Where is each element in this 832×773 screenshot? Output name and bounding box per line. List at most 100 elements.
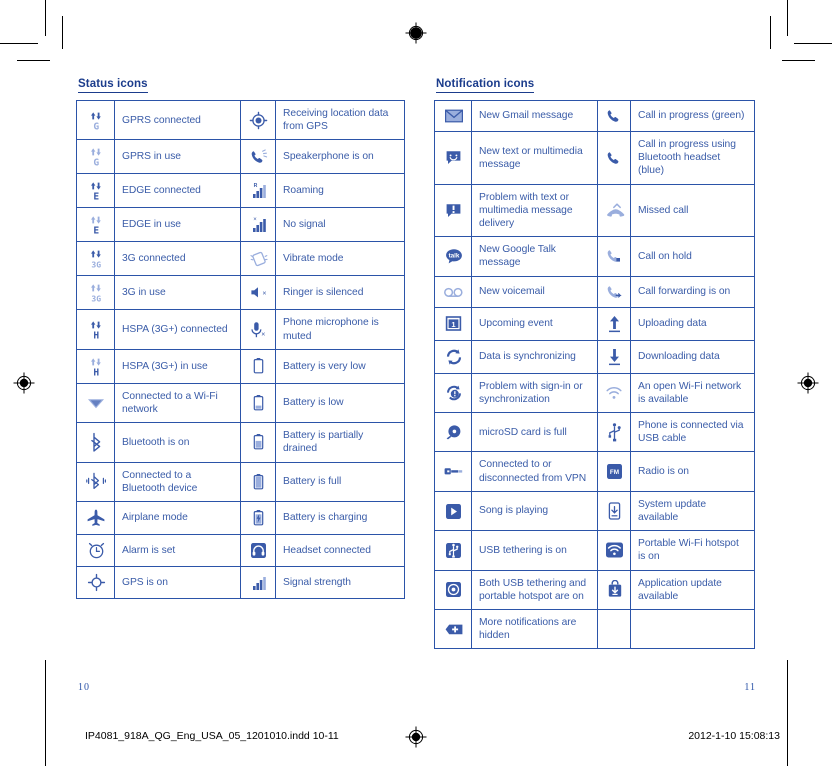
svg-text:3G: 3G <box>91 295 101 303</box>
gprs-connected-icon: G <box>88 110 105 131</box>
icon-description: Call on hold <box>630 236 755 277</box>
svg-text:FM: FM <box>610 469 619 476</box>
call-bluetooth-icon <box>605 149 625 167</box>
table-row: Data is synchronizing Downloading data <box>434 339 755 374</box>
missed-call-icon-cell <box>597 183 631 238</box>
wifi-hotspot-icon-cell <box>597 530 631 571</box>
table-row: microSD card is full Phone is connected … <box>434 412 755 453</box>
more-notifications-icon <box>444 621 464 638</box>
icon-description: Connected to or disconnected from VPN <box>471 451 598 492</box>
icon-description: Vibrate mode <box>275 241 405 277</box>
more-notifications-icon-cell <box>434 609 472 650</box>
battery-very-low-icon <box>250 356 267 376</box>
upload-icon-cell <box>597 306 631 341</box>
svg-text:3G: 3G <box>91 261 101 269</box>
play-icon-cell <box>434 490 472 532</box>
table-row: G GPRS connected Receiving location data… <box>76 99 405 141</box>
voicemail-icon-cell <box>434 275 472 308</box>
status-icons-section: Status icons G GPRS connected Receiving … <box>76 74 405 600</box>
bluetooth-on-icon-cell <box>76 422 115 463</box>
icon-description: Airplane mode <box>114 501 241 536</box>
table-row: G GPRS in use Speakerphone is on <box>76 139 405 175</box>
icon-description: EDGE in use <box>114 207 241 243</box>
download-icon-cell <box>597 339 631 374</box>
icon-description: Call forwarding is on <box>630 275 755 308</box>
missed-call-icon <box>605 202 626 219</box>
play-icon <box>444 502 463 521</box>
hspa-connected-icon-cell: H <box>76 309 115 350</box>
battery-very-low-icon-cell <box>240 348 276 384</box>
svg-text:×: × <box>262 291 266 298</box>
icon-description: New text or multimedia message <box>471 131 598 185</box>
icon-description: New Google Talk message <box>471 236 598 277</box>
imprint-filename: IP4081_918A_QG_Eng_USA_05_1201010.indd 1… <box>85 730 339 742</box>
icon-description: Portable Wi-Fi hotspot is on <box>630 530 755 571</box>
icon-description: EDGE connected <box>114 173 241 209</box>
icon-description: Problem with text or multimedia message … <box>471 183 598 238</box>
airplane-mode-icon <box>86 508 106 528</box>
icon-description: HSPA (3G+) in use <box>114 348 241 384</box>
3g-in-use-icon: 3G <box>88 282 105 303</box>
gps-on-icon <box>87 573 106 592</box>
gprs-in-use-icon: G <box>88 146 105 167</box>
voicemail-icon <box>443 285 464 299</box>
app-update-icon <box>606 580 624 599</box>
table-row: New voicemail Call forwarding is on <box>434 275 755 308</box>
table-row: GPS is on Signal strength <box>76 566 405 600</box>
3g-connected-icon: 3G <box>88 248 105 269</box>
icon-description: microSD card is full <box>471 412 598 453</box>
icon-description: Application update available <box>630 569 755 611</box>
icon-description: Bluetooth is on <box>114 422 241 463</box>
table-row: Bluetooth is on Battery is partially dra… <box>76 422 405 463</box>
svg-text:H: H <box>93 331 99 340</box>
message-problem-icon-cell <box>434 183 472 238</box>
table-row: Problem with sign-in or synchronization … <box>434 372 755 414</box>
sdcard-full-icon-cell <box>434 412 472 453</box>
open-wifi-icon <box>605 384 624 402</box>
wifi-hotspot-icon <box>605 541 624 559</box>
notification-icons-title: Notification icons <box>436 78 535 93</box>
edge-connected-icon: E <box>88 180 105 201</box>
battery-low-icon-cell <box>240 382 276 424</box>
sync-icon <box>444 348 464 366</box>
table-row: More notifications are hidden <box>434 609 755 650</box>
microphone-muted-icon-cell: × <box>240 309 276 350</box>
battery-full-icon <box>250 472 267 492</box>
signal-strength-icon <box>250 573 268 592</box>
page-number-left: 10 <box>78 682 90 693</box>
table-row: Both USB tethering and portable hotspot … <box>434 569 755 611</box>
call-forwarding-icon-cell <box>597 275 631 308</box>
headset-icon-cell <box>240 534 276 568</box>
alarm-icon <box>87 541 106 560</box>
sdcard-full-icon <box>444 423 464 441</box>
icon-description: GPRS connected <box>114 99 241 141</box>
icon-description: USB tethering is on <box>471 530 598 571</box>
speakerphone-icon-cell <box>240 139 276 175</box>
gmail-icon <box>444 108 464 124</box>
table-row: Problem with text or multimedia message … <box>434 183 755 238</box>
gps-location-icon-cell <box>240 99 276 141</box>
icon-description: Battery is low <box>275 382 405 424</box>
google-talk-icon: talk <box>444 247 464 266</box>
sync-icon-cell <box>434 339 472 374</box>
edge-connected-icon-cell: E <box>76 173 115 209</box>
icon-description: Call in progress (green) <box>630 100 755 132</box>
upload-icon <box>606 314 623 334</box>
svg-text:E: E <box>93 192 99 201</box>
app-update-icon-cell <box>597 569 631 611</box>
table-row: New text or multimedia message Call in p… <box>434 131 755 185</box>
vibrate-mode-icon-cell <box>240 241 276 277</box>
icon-description: Radio is on <box>630 451 755 492</box>
call-in-progress-icon <box>605 107 625 125</box>
table-row: E EDGE in use × No signal <box>76 207 405 243</box>
battery-charging-icon-cell <box>240 501 276 536</box>
table-row: E EDGE connected R Roaming <box>76 173 405 209</box>
status-icons-table: G GPRS connected Receiving location data… <box>76 99 405 600</box>
svg-text:talk: talk <box>448 253 459 260</box>
icon-description: Receiving location data from GPS <box>275 99 405 141</box>
microphone-muted-icon: × <box>249 320 268 340</box>
notification-icons-section: Notification icons New Gmail message Cal… <box>434 74 755 650</box>
icon-description: Downloading data <box>630 339 755 374</box>
edge-in-use-icon: E <box>88 214 105 235</box>
sync-problem-icon <box>444 384 464 402</box>
